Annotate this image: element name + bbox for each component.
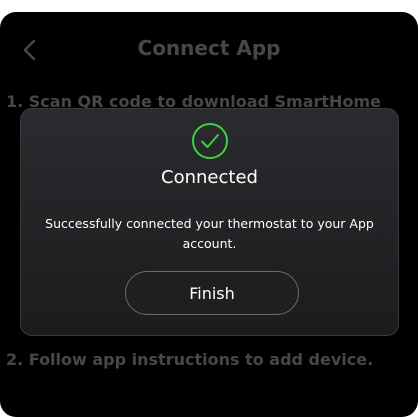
- finish-button[interactable]: Finish: [125, 271, 299, 315]
- header: Connect App: [0, 12, 418, 84]
- check-circle-icon: [192, 123, 228, 159]
- connected-dialog: Connected Successfully connected your th…: [20, 108, 399, 336]
- page-title: Connect App: [137, 36, 281, 60]
- instruction-step-2: 2. Follow app instructions to add device…: [6, 350, 374, 369]
- app-screen: Connect App 1. Scan QR code to download …: [0, 12, 418, 417]
- dialog-message: Successfully connected your thermostat t…: [45, 216, 374, 251]
- dialog-title: Connected: [161, 167, 258, 188]
